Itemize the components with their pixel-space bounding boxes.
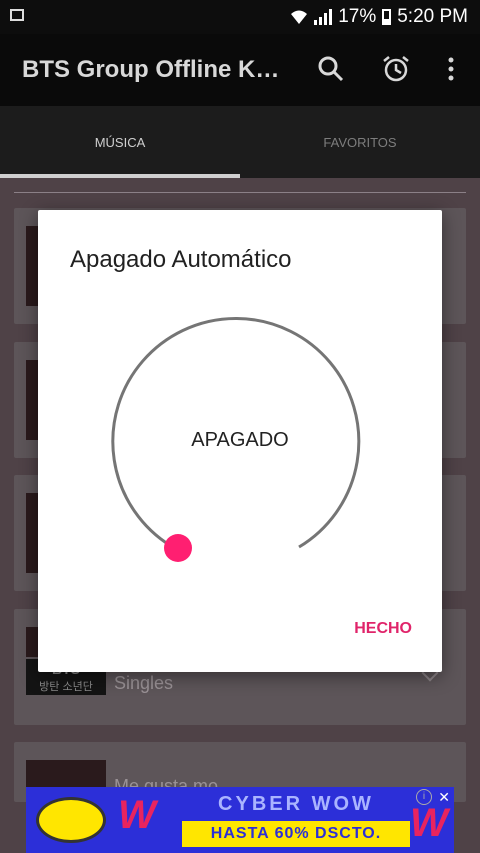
ad-close-icon[interactable]: ✕ — [438, 789, 450, 806]
list-item-label: Singles — [114, 673, 174, 693]
ad-banner[interactable]: W CYBER WOW HASTA 60% DSCTO. W i ✕ — [26, 787, 454, 853]
dial-value: APAGADO — [191, 429, 289, 451]
tab-favoritos[interactable]: FAVORITOS — [240, 106, 480, 178]
dial-handle[interactable] — [164, 534, 192, 562]
w-logo-left: W — [118, 793, 156, 837]
wifi-icon — [291, 10, 308, 24]
w-logo-right: W — [410, 801, 448, 845]
ad-info-icon[interactable]: i — [416, 789, 432, 805]
done-button[interactable]: HECHO — [354, 620, 412, 638]
handshake-logo — [36, 797, 106, 843]
more-vert-icon[interactable] — [436, 54, 466, 84]
sleep-timer-dialog: Apagado Automático APAGADO HECHO — [38, 210, 442, 672]
signal-icon — [314, 9, 333, 25]
status-icons: 17% 5:20 PM — [290, 6, 468, 28]
tab-musica[interactable]: MÚSICA — [0, 106, 240, 178]
list-divider — [14, 192, 466, 193]
alarm-icon[interactable] — [381, 54, 411, 84]
clock: 5:20 PM — [397, 6, 468, 27]
app-title: BTS Group Offline K… — [22, 56, 280, 83]
status-bar: 17% 5:20 PM — [0, 0, 480, 34]
search-icon[interactable] — [316, 54, 346, 84]
battery-icon — [382, 9, 392, 25]
ad-subline: HASTA 60% DSCTO. — [182, 821, 410, 847]
battery-percent: 17% — [338, 6, 377, 27]
ad-headline: CYBER WOW — [218, 793, 374, 815]
dialog-title: Apagado Automático — [70, 246, 292, 273]
image-notification-icon — [10, 9, 24, 21]
app-bar: BTS Group Offline K… — [0, 34, 480, 106]
tab-bar: MÚSICA FAVORITOS — [0, 106, 480, 178]
